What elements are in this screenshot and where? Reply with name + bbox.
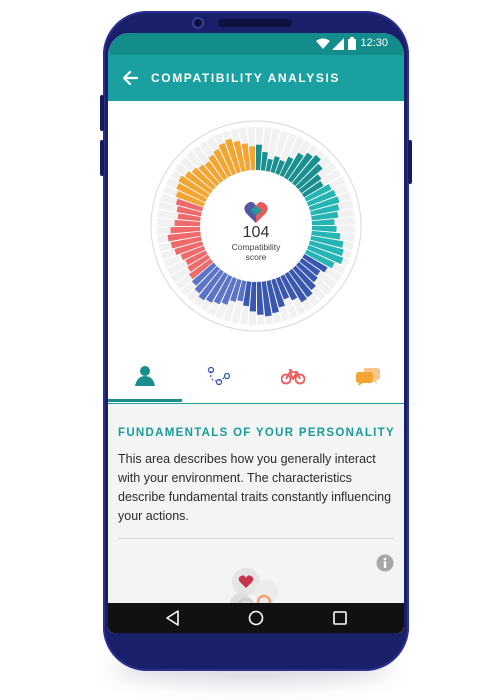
volume-button (100, 140, 104, 176)
wifi-icon (316, 38, 330, 49)
tab-activities[interactable] (256, 351, 330, 401)
signal-icon (332, 38, 344, 50)
divider (118, 538, 394, 539)
compatibility-chart: 104 Compatibility score (108, 111, 404, 341)
chart-bar (311, 226, 337, 232)
phone-screen: 12:30 COMPATIBILITY ANALYSIS 104 Compati… (108, 33, 404, 633)
tab-relationships[interactable] (182, 351, 256, 401)
nav-back-icon[interactable] (163, 608, 183, 628)
compatibility-score-label: Compatibility (232, 242, 281, 252)
back-arrow-icon[interactable] (120, 68, 140, 88)
section-description: This area describes how you generally in… (118, 452, 392, 523)
tab-communication[interactable] (330, 351, 404, 401)
app-bar: COMPATIBILITY ANALYSIS (108, 55, 404, 101)
front-camera (192, 17, 204, 29)
chart-bar (311, 219, 335, 226)
radial-bar-chart: 104 Compatibility score (150, 120, 362, 332)
person-icon (135, 366, 155, 386)
category-tabs (108, 351, 404, 404)
compatibility-score-value: 104 (243, 224, 270, 241)
chart-bar (174, 219, 201, 226)
status-bar: 12:30 (108, 33, 404, 55)
nav-home-icon[interactable] (246, 608, 266, 628)
info-icon[interactable] (376, 554, 394, 572)
volume-button (100, 95, 104, 131)
section-heading: FUNDAMENTALS OF YOUR PERSONALITY (118, 427, 395, 439)
chart-bar (256, 144, 263, 171)
connection-icon (207, 366, 231, 386)
chat-bubbles-icon (356, 368, 380, 386)
nav-recents-icon[interactable] (330, 608, 350, 628)
status-time: 12:30 (360, 37, 388, 49)
tab-personality[interactable] (108, 351, 182, 402)
system-nav-bar (108, 603, 404, 633)
section-content: FUNDAMENTALS OF YOUR PERSONALITY This ar… (108, 404, 404, 633)
compatibility-score-label-2: score (246, 252, 267, 262)
page-title: COMPATIBILITY ANALYSIS (151, 71, 340, 85)
bicycle-icon (281, 369, 305, 385)
battery-icon (348, 37, 356, 50)
speaker-grille (218, 19, 292, 27)
power-button (408, 140, 412, 184)
